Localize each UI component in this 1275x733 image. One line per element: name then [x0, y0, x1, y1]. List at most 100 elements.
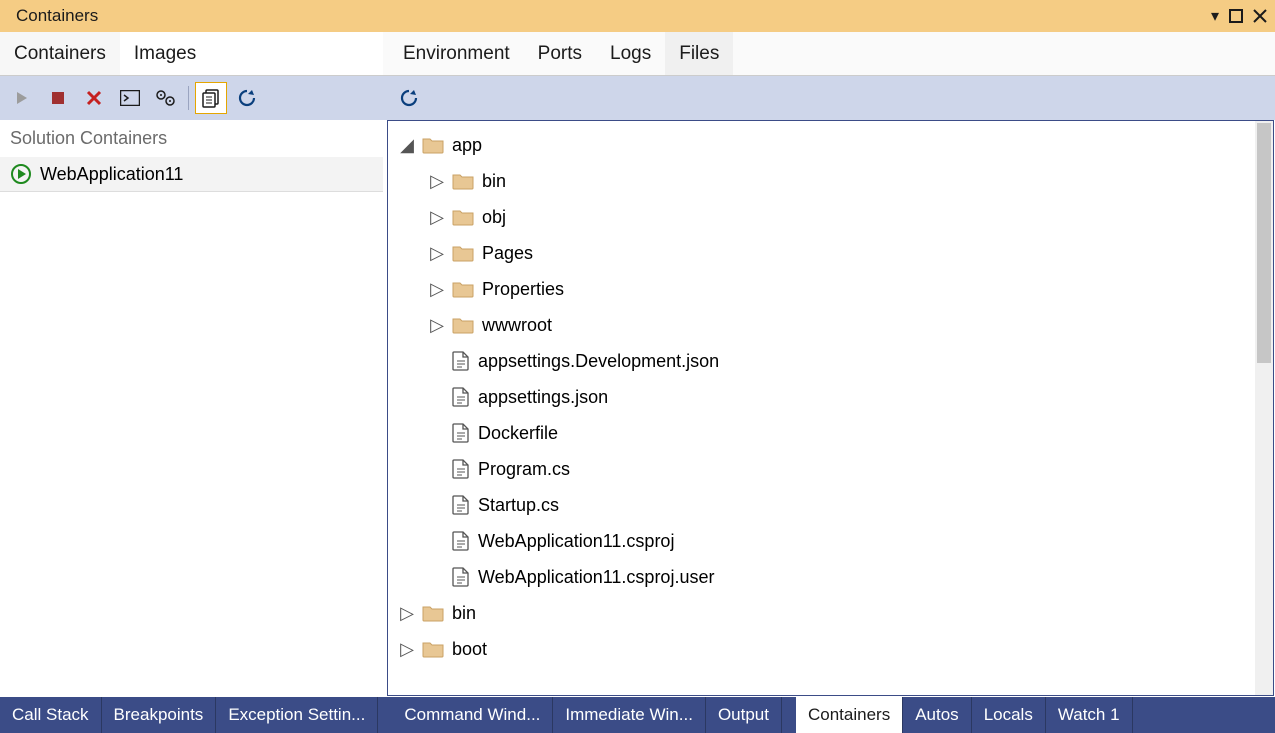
left-tabs: Containers Images — [0, 32, 383, 76]
tree-label: Program.cs — [478, 459, 570, 480]
left-toolbar — [0, 76, 383, 120]
toolbar-separator — [188, 86, 189, 110]
bottom-tab[interactable]: Breakpoints — [102, 697, 217, 733]
tree-label: Properties — [482, 279, 564, 300]
tree-row[interactable]: appsettings.json — [388, 379, 1255, 415]
right-tab-logs[interactable]: Logs — [596, 32, 665, 75]
right-tabs: Environment Ports Logs Files — [383, 32, 1275, 76]
right-pane: Environment Ports Logs Files ◢ app ▷ bin ▷ ob… — [383, 32, 1275, 697]
folder-icon — [422, 136, 444, 154]
expander-closed-icon[interactable]: ▷ — [400, 639, 414, 660]
tree-label: Pages — [482, 243, 533, 264]
tree-row[interactable]: Startup.cs — [388, 487, 1255, 523]
tree-row[interactable]: ▷ bin — [388, 595, 1255, 631]
settings-button[interactable] — [150, 82, 182, 114]
file-icon — [452, 567, 470, 587]
bottom-tab[interactable]: Exception Settin... — [216, 697, 378, 733]
folder-icon — [452, 280, 474, 298]
file-icon — [452, 495, 470, 515]
tree-label: wwwroot — [482, 315, 552, 336]
bottom-tab[interactable]: Autos — [903, 697, 971, 733]
bottom-tab[interactable]: Watch 1 — [1046, 697, 1133, 733]
titlebar-title: Containers — [8, 6, 1211, 26]
tree-row[interactable]: ▷ obj — [388, 199, 1255, 235]
file-icon — [452, 351, 470, 371]
expander-closed-icon[interactable]: ▷ — [430, 171, 444, 192]
right-body: ◢ app ▷ bin ▷ obj ▷ Pages ▷ Properties ▷ wwwroot app… — [387, 120, 1274, 696]
delete-button[interactable] — [78, 82, 110, 114]
file-icon — [452, 459, 470, 479]
window-dropdown-icon[interactable]: ▾ — [1211, 6, 1219, 26]
bottom-tab[interactable]: Command Wind... — [392, 697, 553, 733]
right-tab-files[interactable]: Files — [665, 32, 733, 75]
bottom-tab[interactable]: Locals — [972, 697, 1046, 733]
expander-closed-icon[interactable]: ▷ — [430, 243, 444, 264]
stop-button[interactable] — [42, 82, 74, 114]
tree-row[interactable]: WebApplication11.csproj — [388, 523, 1255, 559]
window-maximize-icon[interactable] — [1229, 9, 1243, 23]
tree-label: WebApplication11.csproj — [478, 531, 674, 552]
expander-closed-icon[interactable]: ▷ — [430, 279, 444, 300]
tree-row[interactable]: ▷ Pages — [388, 235, 1255, 271]
titlebar: Containers ▾ — [0, 0, 1275, 32]
file-icon — [452, 387, 470, 407]
tree-label: obj — [482, 207, 506, 228]
tree-row[interactable]: Program.cs — [388, 451, 1255, 487]
expander-closed-icon[interactable]: ▷ — [430, 207, 444, 228]
folder-icon — [422, 640, 444, 658]
tree-row[interactable]: appsettings.Development.json — [388, 343, 1255, 379]
refresh-left-button[interactable] — [231, 82, 263, 114]
expander-open-icon[interactable]: ◢ — [400, 135, 414, 156]
folder-icon — [452, 316, 474, 334]
tree-label: Dockerfile — [478, 423, 558, 444]
right-toolbar — [383, 76, 1275, 120]
bottom-tab[interactable]: Call Stack — [0, 697, 102, 733]
bottom-tab[interactable]: Output — [706, 697, 782, 733]
expander-closed-icon[interactable]: ▷ — [430, 315, 444, 336]
tree-row[interactable]: ▷ boot — [388, 631, 1255, 667]
scroll-thumb[interactable] — [1257, 123, 1271, 363]
solution-containers-header: Solution Containers — [0, 120, 383, 157]
tree-row[interactable]: ▷ wwwroot — [388, 307, 1255, 343]
tree-label: bin — [452, 603, 476, 624]
tree-label: appsettings.Development.json — [478, 351, 719, 372]
bottom-tab[interactable]: Containers — [796, 697, 903, 733]
terminal-button[interactable] — [114, 82, 146, 114]
container-name: WebApplication11 — [40, 164, 183, 185]
running-icon — [10, 163, 32, 185]
titlebar-controls: ▾ — [1211, 6, 1267, 26]
file-icon — [452, 423, 470, 443]
tree-row[interactable]: WebApplication11.csproj.user — [388, 559, 1255, 595]
tree-label: bin — [482, 171, 506, 192]
tree-row[interactable]: Dockerfile — [388, 415, 1255, 451]
file-tree[interactable]: ◢ app ▷ bin ▷ obj ▷ Pages ▷ Properties ▷ wwwroot app… — [388, 121, 1255, 695]
folder-icon — [452, 172, 474, 190]
folder-icon — [422, 604, 444, 622]
left-body: Solution Containers WebApplication11 — [0, 120, 383, 697]
tree-label: WebApplication11.csproj.user — [478, 567, 714, 588]
expander-closed-icon[interactable]: ▷ — [400, 603, 414, 624]
tree-label: app — [452, 135, 482, 156]
left-pane: Containers Images — [0, 32, 383, 697]
folder-icon — [452, 208, 474, 226]
tree-row[interactable]: ▷ bin — [388, 163, 1255, 199]
copy-button[interactable] — [195, 82, 227, 114]
tree-label: boot — [452, 639, 487, 660]
file-icon — [452, 531, 470, 551]
tree-label: appsettings.json — [478, 387, 608, 408]
start-button[interactable] — [6, 82, 38, 114]
bottom-tab[interactable]: Immediate Win... — [553, 697, 706, 733]
tree-row[interactable]: ▷ Properties — [388, 271, 1255, 307]
right-tab-ports[interactable]: Ports — [524, 32, 596, 75]
folder-icon — [452, 244, 474, 262]
left-tab-containers[interactable]: Containers — [0, 32, 120, 75]
tree-label: Startup.cs — [478, 495, 559, 516]
bottom-tabs: Call StackBreakpointsException Settin...… — [0, 697, 1275, 733]
scrollbar[interactable] — [1255, 121, 1273, 695]
window-close-icon[interactable] — [1253, 9, 1267, 23]
refresh-right-button[interactable] — [393, 82, 425, 114]
right-tab-environment[interactable]: Environment — [389, 32, 524, 75]
tree-row[interactable]: ◢ app — [388, 127, 1255, 163]
left-tab-images[interactable]: Images — [120, 32, 210, 75]
container-list-item[interactable]: WebApplication11 — [0, 157, 383, 192]
